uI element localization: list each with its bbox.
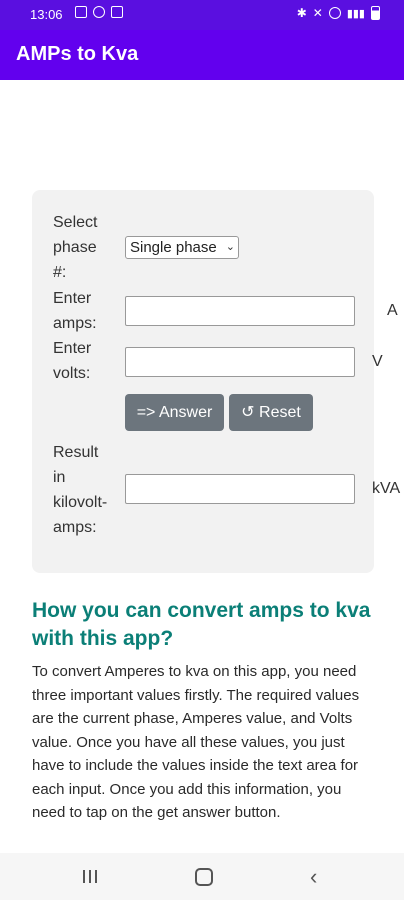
status-notification-icons [75, 6, 123, 18]
volts-input[interactable] [125, 347, 355, 377]
recent-apps-button[interactable] [83, 870, 97, 883]
app-bar: AMPs to Kva [0, 30, 404, 80]
answer-button[interactable]: => Answer [125, 394, 224, 431]
result-label: Result in kilovolt- amps: [53, 444, 108, 536]
amps-input[interactable] [125, 296, 355, 326]
home-button[interactable] [195, 868, 213, 886]
article-paragraph: To convert Amperes to kva on this app, y… [32, 663, 360, 821]
gallery-icon [75, 6, 87, 18]
amps-unit: A [387, 302, 398, 319]
notification-icon [93, 6, 105, 18]
calendar-icon [111, 6, 123, 18]
signal-icon: ▮▮▮ [346, 7, 365, 20]
result-output[interactable] [125, 474, 355, 504]
phase-label: Select phase #: [53, 214, 98, 281]
volts-label: Enter volts: [53, 340, 92, 382]
wifi-icon [328, 7, 341, 19]
result-unit: kVA [372, 480, 401, 497]
volts-unit: V [372, 353, 383, 370]
reset-button[interactable]: ↺ Reset [229, 394, 313, 431]
battery-icon [371, 6, 380, 20]
bluetooth-icon: ✱ [296, 6, 307, 20]
status-time: 13:06 [30, 7, 63, 22]
phase-select[interactable]: Single phase ⌄ [125, 236, 239, 259]
back-button[interactable]: ‹ [310, 864, 317, 890]
navigation-bar: ‹ [0, 853, 404, 900]
chevron-down-icon: ⌄ [225, 241, 235, 253]
status-bar: 13:06 ✱ ✕ ▮▮▮ [0, 0, 404, 30]
status-system-icons: ✱ ✕ ▮▮▮ [297, 6, 380, 20]
article-heading: How you can convert amps to kva with thi… [32, 599, 371, 650]
amps-label: Enter amps: [53, 290, 97, 332]
mute-icon: ✕ [312, 6, 323, 20]
app-title: AMPs to Kva [16, 43, 139, 65]
phase-select-value: Single phase [130, 239, 217, 256]
